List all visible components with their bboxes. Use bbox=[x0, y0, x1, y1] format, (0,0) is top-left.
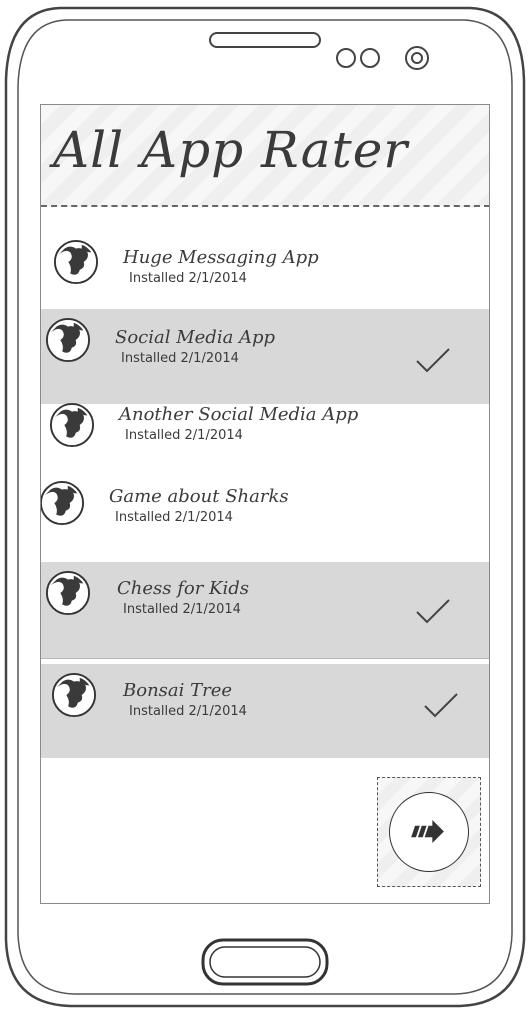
install-date: Installed 2/1/2014 bbox=[115, 510, 233, 525]
globe-icon bbox=[45, 317, 91, 363]
list-item[interactable]: Huge Messaging App Installed 2/1/2014 bbox=[41, 209, 489, 309]
install-date: Installed 2/1/2014 bbox=[129, 704, 247, 719]
app-name: Social Media App bbox=[115, 327, 276, 348]
globe-icon bbox=[49, 402, 95, 448]
list-item[interactable]: Social Media App Installed 2/1/2014 bbox=[41, 309, 489, 404]
globe-icon bbox=[53, 239, 99, 285]
app-name: Huge Messaging App bbox=[123, 247, 319, 268]
checkmark-icon bbox=[416, 348, 450, 373]
arrow-right-icon bbox=[411, 819, 444, 844]
checkmark-icon bbox=[424, 693, 458, 718]
app-name: Chess for Kids bbox=[117, 578, 250, 599]
globe-icon bbox=[45, 570, 91, 616]
app-name: Bonsai Tree bbox=[123, 680, 233, 701]
screen: All App Rater Huge Messaging App Install… bbox=[40, 104, 490, 904]
install-date: Installed 2/1/2014 bbox=[125, 428, 243, 443]
next-button[interactable] bbox=[389, 792, 469, 872]
checkmark-icon bbox=[416, 599, 450, 624]
install-date: Installed 2/1/2014 bbox=[121, 351, 239, 366]
list-item[interactable]: Bonsai Tree Installed 2/1/2014 bbox=[41, 664, 489, 758]
app-name: Another Social Media App bbox=[119, 404, 359, 425]
fab-container bbox=[377, 777, 481, 887]
install-date: Installed 2/1/2014 bbox=[129, 271, 247, 286]
title-bar: All App Rater bbox=[41, 105, 489, 207]
list-item[interactable]: Game about Sharks Installed 2/1/2014 bbox=[41, 464, 489, 562]
globe-icon bbox=[41, 480, 85, 526]
app-name: Game about Sharks bbox=[109, 486, 289, 507]
page-title: All App Rater bbox=[53, 121, 409, 179]
globe-icon bbox=[51, 672, 97, 718]
list-item[interactable]: Another Social Media App Installed 2/1/2… bbox=[41, 402, 489, 464]
install-date: Installed 2/1/2014 bbox=[123, 602, 241, 617]
list-item[interactable]: Chess for Kids Installed 2/1/2014 bbox=[41, 562, 489, 659]
